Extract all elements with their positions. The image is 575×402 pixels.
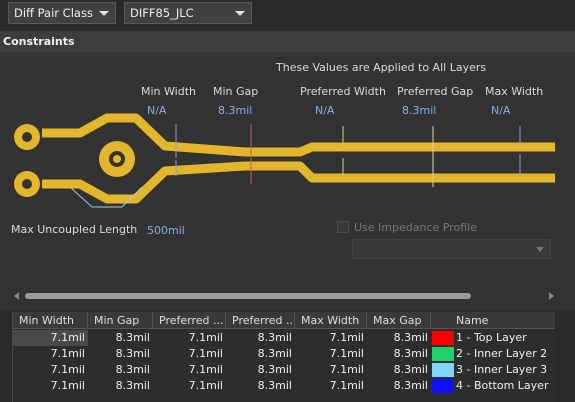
col-max-gap[interactable]: Max Gap [367,312,431,329]
min-width-label: Min Width [141,85,196,98]
layer-name: 2 - Inner Layer 2 [456,347,548,360]
table-row[interactable]: 7.1mil 8.3mil 7.1mil 8.3mil 7.1mil 8.3mi… [13,378,555,394]
min-gap-value[interactable]: 8.3mil [218,104,252,117]
cell-pref-width[interactable]: 7.1mil [153,378,226,394]
constraints-panel: These Values are Applied to All Layers M… [0,52,575,310]
cell-pref-width[interactable]: 7.1mil [153,362,226,378]
cell-min-gap[interactable]: 8.3mil [88,346,153,362]
layer-color-swatch [432,331,454,345]
impedance-label: Use Impedance Profile [354,221,477,234]
impedance-checkbox[interactable] [337,221,349,233]
scroll-thumb[interactable] [25,293,471,299]
cell-pref-width[interactable]: 7.1mil [153,346,226,362]
chevron-down-icon [235,11,245,16]
class-name-value: DIFF85_JLC [130,6,194,20]
cell-min-width[interactable]: 7.1mil [13,330,88,346]
max-uncoupled-value[interactable]: 500mil [147,224,185,237]
constraints-header[interactable]: Constraints [0,31,575,52]
cell-max-gap[interactable]: 8.3mil [367,378,431,394]
max-uncoupled-label: Max Uncoupled Length [11,223,138,236]
max-width-value[interactable]: N/A [491,104,510,117]
col-name[interactable]: Name [431,312,555,329]
cell-pref-gap[interactable]: 8.3mil [226,346,295,362]
layer-name: 1 - Top Layer [456,331,527,344]
toolbar: Diff Pair Class DIFF85_JLC [0,0,575,27]
cell-min-width[interactable]: 7.1mil [13,362,88,378]
min-gap-label: Min Gap [213,85,259,98]
class-name-dropdown[interactable]: DIFF85_JLC [124,2,252,24]
cell-pref-gap[interactable]: 8.3mil [226,378,295,394]
layer-name: 4 - Bottom Layer [456,379,549,392]
cell-min-gap[interactable]: 8.3mil [88,362,153,378]
cell-min-width[interactable]: 7.1mil [13,378,88,394]
chevron-down-icon [99,11,109,16]
preferred-width-label: Preferred Width [300,85,386,98]
cell-max-gap[interactable]: 8.3mil [367,362,431,378]
cell-pref-gap[interactable]: 8.3mil [226,330,295,346]
right-gutter [556,312,575,402]
col-preferred-gap[interactable]: Preferred ... [226,312,295,329]
cell-pref-width[interactable]: 7.1mil [153,330,226,346]
table-row[interactable]: 7.1mil 8.3mil 7.1mil 8.3mil 7.1mil 8.3mi… [13,330,555,346]
cell-max-width[interactable]: 7.1mil [295,330,367,346]
cell-max-gap[interactable]: 8.3mil [367,346,431,362]
cell-min-gap[interactable]: 8.3mil [88,330,153,346]
preferred-gap-value[interactable]: 8.3mil [402,104,436,117]
class-type-value: Diff Pair Class [14,6,93,20]
cell-min-width[interactable]: 7.1mil [13,346,88,362]
col-min-width[interactable]: Min Width [13,312,88,329]
class-type-dropdown[interactable]: Diff Pair Class [8,2,116,24]
cell-max-gap[interactable]: 8.3mil [367,330,431,346]
preferred-width-value[interactable]: N/A [315,104,334,117]
applied-note: These Values are Applied to All Layers [276,61,487,74]
max-width-label: Max Width [485,85,544,98]
cell-pref-gap[interactable]: 8.3mil [226,362,295,378]
cell-min-gap[interactable]: 8.3mil [88,378,153,394]
layer-color-swatch [432,347,454,361]
layer-constraints-table: Min Width Min Gap Preferred ... Preferre… [12,312,555,402]
horizontal-scrollbar[interactable] [14,291,554,301]
min-width-value[interactable]: N/A [147,104,166,117]
scroll-left-icon[interactable] [14,292,19,300]
table-row[interactable]: 7.1mil 8.3mil 7.1mil 8.3mil 7.1mil 8.3mi… [13,346,555,362]
table-header: Min Width Min Gap Preferred ... Preferre… [13,312,555,329]
col-max-width[interactable]: Max Width [295,312,367,329]
impedance-profile-dropdown[interactable] [352,239,551,259]
layer-name: 3 - Inner Layer 3 [456,363,548,376]
chevron-down-icon [536,247,544,252]
preferred-gap-label: Preferred Gap [397,85,474,98]
table-row[interactable]: 7.1mil 8.3mil 7.1mil 8.3mil 7.1mil 8.3mi… [13,362,555,378]
scroll-right-icon[interactable] [549,292,554,300]
cell-max-width[interactable]: 7.1mil [295,378,367,394]
cell-max-width[interactable]: 7.1mil [295,362,367,378]
col-preferred-width[interactable]: Preferred ... [153,312,226,329]
layer-color-swatch [432,379,454,393]
col-min-gap[interactable]: Min Gap [88,312,153,329]
layer-color-swatch [432,363,454,377]
cell-max-width[interactable]: 7.1mil [295,346,367,362]
